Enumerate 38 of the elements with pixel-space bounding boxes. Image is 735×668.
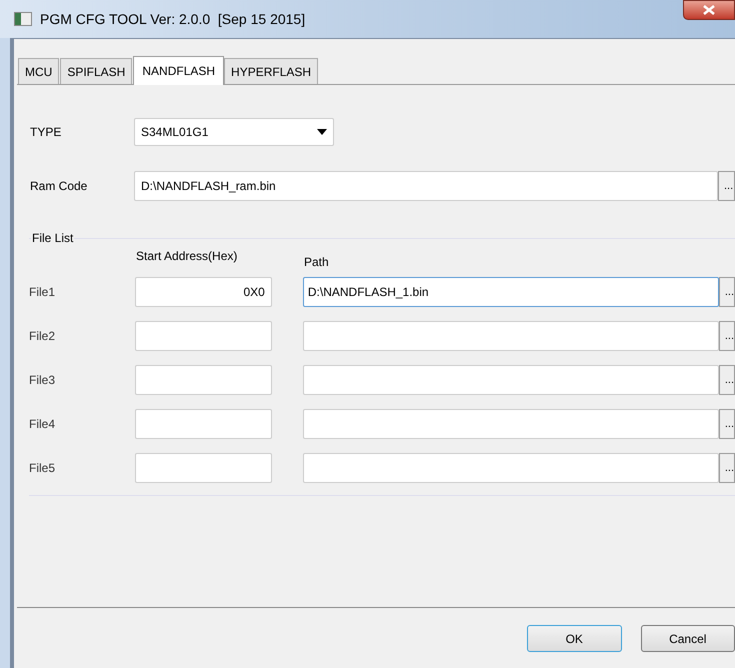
ram-code-field[interactable]: D:\NANDFLASH_ram.bin [134,171,718,201]
field-label: TYPE [30,124,62,141]
browse-button[interactable]: ... [718,321,735,351]
close-icon [703,5,715,15]
browse-button[interactable]: ... [718,453,735,483]
path-field[interactable] [302,409,719,439]
type-dropdown[interactable]: S34ML01G1 [134,118,334,146]
field-label: Ram Code [30,178,88,195]
address-field[interactable] [135,453,272,483]
address-field[interactable] [135,365,272,395]
field-label: File3 [29,372,56,389]
tab[interactable]: SPIFLASH [60,58,132,84]
field-label: File5 [29,460,56,477]
address-field[interactable] [135,409,272,439]
browse-button[interactable]: ... [718,277,735,307]
column-header: Path [304,254,329,271]
address-field[interactable] [135,321,272,351]
path-field[interactable]: D:\NANDFLASH_1.bin [302,277,719,307]
window-title: PGM CFG TOOL Ver: 2.0.0 [Sep 15 2015] [40,10,306,29]
tab[interactable]: NANDFLASH [133,56,224,85]
tab[interactable]: HYPERFLASH [224,58,318,84]
dialog-button[interactable]: Cancel [640,625,735,652]
field-label: File4 [29,416,56,433]
path-field[interactable] [302,365,719,395]
browse-button[interactable]: ... [718,365,735,395]
address-field[interactable]: 0X0 [135,277,272,307]
field-label: File1 [29,284,56,301]
path-field[interactable] [302,321,719,351]
close-button[interactable] [683,0,735,20]
field-label: File2 [29,328,56,345]
app-icon [14,12,32,26]
browse-button[interactable]: ... [718,171,735,201]
browse-button[interactable]: ... [718,409,735,439]
column-header: Start Address(Hex) [136,248,238,265]
tab[interactable]: MCU [18,58,60,84]
dropdown-arrow-icon [317,129,327,135]
dialog-button[interactable]: OK [527,625,622,652]
path-field[interactable] [302,453,719,483]
